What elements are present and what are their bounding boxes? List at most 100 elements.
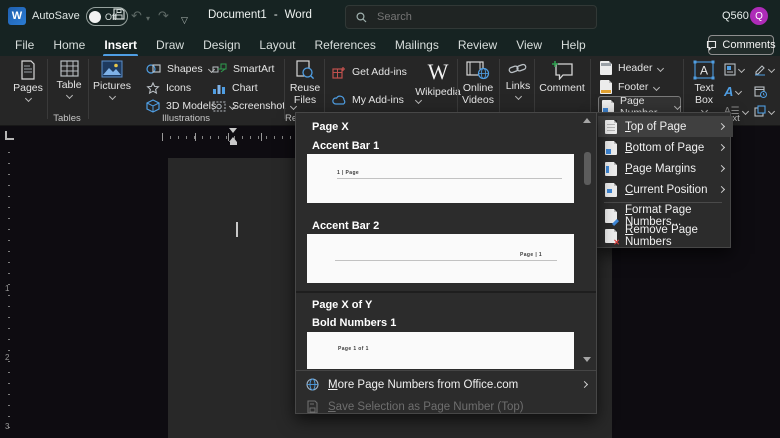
redo-icon[interactable]: ↷ [158, 8, 169, 24]
page-number-menu: Top of Page Bottom of Page Page Margins … [595, 112, 733, 248]
smartart-button[interactable]: SmartArt [212, 61, 274, 77]
ribbon-tabs: File Home Insert Draw Design Layout Refe… [14, 33, 587, 57]
quick-parts-button[interactable] [724, 61, 746, 77]
horizontal-ruler-major-ticks [162, 133, 294, 141]
tab-mailings[interactable]: Mailings [394, 36, 440, 54]
undo-icon[interactable]: ↶ [131, 8, 142, 24]
shapes-button[interactable]: Shapes [146, 61, 215, 77]
tab-layout[interactable]: Layout [258, 36, 296, 54]
more-page-numbers-item[interactable]: More Page Numbers from Office.com [298, 374, 596, 395]
quick-access-overflow-icon[interactable]: ▽ [181, 12, 188, 28]
tab-home[interactable]: Home [52, 36, 86, 54]
menu-item-remove-page-numbers[interactable]: Remove Page Numbers [598, 224, 733, 248]
tab-references[interactable]: References [313, 36, 376, 54]
get-add-ins-button[interactable]: Get Add-ins [332, 64, 407, 80]
chart-icon [212, 82, 226, 95]
left-indent-marker[interactable] [230, 142, 237, 145]
wordart-icon: A [724, 83, 734, 99]
new-comment-button[interactable]: Comment [538, 60, 586, 94]
header-button[interactable]: Header [600, 60, 665, 76]
tab-view[interactable]: View [515, 36, 543, 54]
screenshot-icon [212, 100, 226, 112]
document-name: Document1 [208, 9, 267, 21]
app-name: Word [284, 9, 312, 21]
group-separator [457, 59, 458, 119]
tab-help[interactable]: Help [560, 36, 587, 54]
gallery-section-header: Page X [312, 121, 349, 133]
undo-dropdown-icon[interactable]: ▾ [146, 11, 150, 27]
chevron-down-icon [767, 107, 776, 115]
comments-button[interactable]: Comments [707, 35, 776, 55]
chevron-down-icon [24, 94, 32, 103]
chevron-down-icon [657, 64, 665, 72]
gallery-item-bold-numbers-1[interactable]: Page 1 of 1 [307, 332, 574, 369]
tab-draw[interactable]: Draw [155, 36, 185, 54]
search-box[interactable] [345, 5, 597, 29]
preview-rule [335, 260, 557, 261]
scroll-down-icon[interactable] [583, 357, 591, 362]
menu-item-current-position[interactable]: Current Position [598, 179, 733, 200]
pictures-button[interactable]: Pictures [93, 60, 131, 101]
signature-line-button[interactable] [754, 61, 776, 77]
footer-button[interactable]: Footer [600, 79, 661, 95]
tab-design[interactable]: Design [202, 36, 241, 54]
group-label-tables: Tables [53, 113, 81, 124]
save-icon[interactable] [112, 7, 126, 21]
avatar[interactable]: Q [750, 7, 768, 25]
vruler-number: 1 [5, 284, 10, 293]
gallery-item-accent-bar-2[interactable]: Page | 1 [307, 234, 574, 283]
word-window: W AutoSave Off ↶ ▾ ↷ ▽ Document1 - Word … [0, 0, 780, 438]
comment-plus-icon [550, 60, 574, 80]
object-button[interactable] [754, 103, 776, 119]
tab-review[interactable]: Review [457, 36, 498, 54]
toggle-knob-icon [89, 10, 101, 23]
tab-file[interactable]: File [14, 36, 35, 54]
reuse-files-button[interactable]: Reuse Files [288, 60, 322, 106]
my-add-ins-button[interactable]: My Add-ins [332, 92, 422, 108]
scroll-up-icon[interactable] [583, 118, 591, 123]
wordart-button[interactable]: A [724, 83, 743, 99]
menu-item-top-of-page[interactable]: Top of Page [598, 116, 733, 137]
current-position-icon [605, 182, 617, 197]
scrollbar-thumb[interactable] [584, 152, 591, 185]
group-separator [590, 59, 591, 119]
pages-button[interactable]: Pages [12, 60, 44, 103]
menu-item-bottom-of-page[interactable]: Bottom of Page [598, 137, 733, 158]
text-box-button[interactable]: A Text Box [687, 60, 721, 115]
table-button[interactable]: Table [52, 60, 86, 100]
table-icon [59, 60, 79, 77]
get-add-ins-icon [332, 66, 346, 79]
gallery-item-accent-bar-1[interactable]: 1 | Page [307, 154, 574, 203]
date-time-button[interactable] [754, 83, 767, 99]
first-line-indent-marker[interactable] [229, 128, 237, 133]
gallery-section-divider [296, 291, 596, 293]
group-separator [683, 59, 684, 119]
links-button[interactable]: Links [502, 60, 534, 101]
chevron-down-icon [653, 83, 661, 91]
signature-pen-icon [754, 63, 766, 76]
icons-button[interactable]: Icons [146, 80, 191, 96]
word-logo-icon[interactable]: W [8, 7, 26, 25]
gallery-item-name: Bold Numbers 1 [312, 317, 397, 329]
chart-button[interactable]: Chart [212, 80, 258, 96]
online-videos-button[interactable]: Online Videos [460, 60, 496, 106]
format-page-numbers-icon [605, 208, 617, 223]
remove-page-numbers-icon [605, 228, 620, 247]
menu-item-page-margins[interactable]: Page Margins [598, 158, 733, 179]
preview-rule [337, 178, 562, 179]
chevron-down-icon [767, 65, 776, 73]
header-icon [600, 61, 612, 75]
wikipedia-button[interactable]: W Wikipedia [415, 60, 461, 99]
tab-selector[interactable] [5, 131, 14, 140]
submenu-arrow-icon [717, 164, 726, 173]
title-bar: W AutoSave Off ↶ ▾ ↷ ▽ Document1 - Word … [0, 0, 780, 33]
date-time-icon [754, 85, 767, 98]
tab-insert[interactable]: Insert [103, 36, 138, 57]
object-icon [754, 105, 766, 117]
ribbon-tab-bar: File Home Insert Draw Design Layout Refe… [0, 33, 780, 57]
chevron-down-icon [65, 91, 73, 100]
account-id: Q560 [722, 10, 749, 22]
icons-icon [146, 81, 160, 95]
document-title: Document1 - Word [208, 9, 312, 21]
search-input[interactable] [375, 10, 559, 24]
